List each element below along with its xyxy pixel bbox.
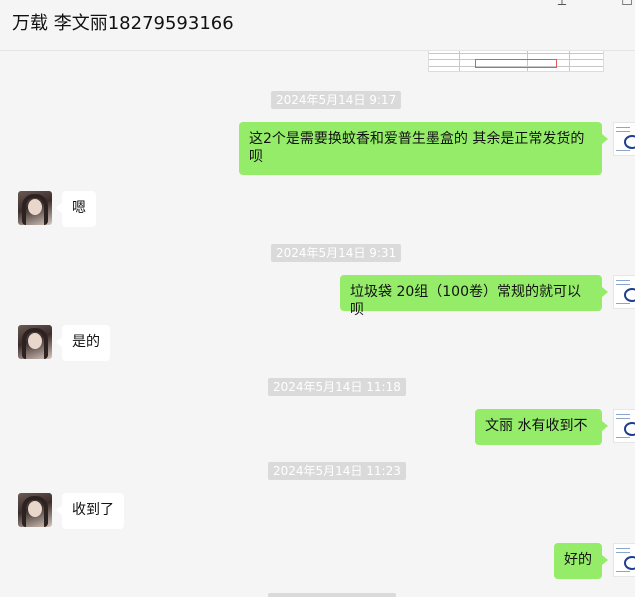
avatar[interactable] <box>613 122 635 156</box>
timestamp: 2024年5月14日 9:17 <box>271 91 402 109</box>
chat-title: 万载 李文丽18279593166 <box>12 13 234 34</box>
company-logo-icon <box>624 556 635 570</box>
timestamp: 2024年5月14日 11:23 <box>268 462 406 480</box>
avatar[interactable] <box>613 543 635 577</box>
image-message-preview[interactable] <box>428 50 604 72</box>
avatar[interactable] <box>18 325 52 359</box>
message-bubble-sent[interactable]: 文丽 水有收到不 <box>475 409 608 445</box>
company-logo-icon <box>624 422 635 436</box>
timestamp: 2024年5月14日 11:18 <box>268 378 406 396</box>
message-bubble-sent[interactable]: 垃圾袋 20组（100卷）常规的就可以呗 <box>340 275 608 318</box>
minimize-icon[interactable]: — <box>586 0 606 7</box>
message-bubble-sent[interactable]: 这2个是需要换蚊香和爱普生墨盒的 其余是正常发货的呗 <box>239 122 608 175</box>
avatar[interactable] <box>18 493 52 527</box>
chat-header: 万载 李文丽18279593166 ⟂ — ☐ <box>0 0 635 51</box>
message-bubble-received[interactable]: 是的 <box>56 325 110 361</box>
company-logo-icon <box>624 135 635 149</box>
message-bubble-sent[interactable]: 好的 <box>554 543 608 579</box>
timestamp-partial <box>268 593 396 597</box>
avatar[interactable] <box>18 191 52 225</box>
timestamp: 2024年5月14日 9:31 <box>271 244 402 262</box>
message-bubble-received[interactable]: 嗯 <box>56 191 96 227</box>
pin-icon[interactable]: ⟂ <box>552 0 572 9</box>
company-logo-icon <box>624 288 635 302</box>
message-bubble-received[interactable]: 收到了 <box>56 493 124 529</box>
image-highlight-box <box>475 59 557 68</box>
avatar[interactable] <box>613 409 635 443</box>
maximize-icon[interactable]: ☐ <box>617 0 635 9</box>
chat-window: 万载 李文丽18279593166 ⟂ — ☐ 2024年5月14日 9:17 … <box>0 0 635 597</box>
avatar[interactable] <box>613 275 635 309</box>
